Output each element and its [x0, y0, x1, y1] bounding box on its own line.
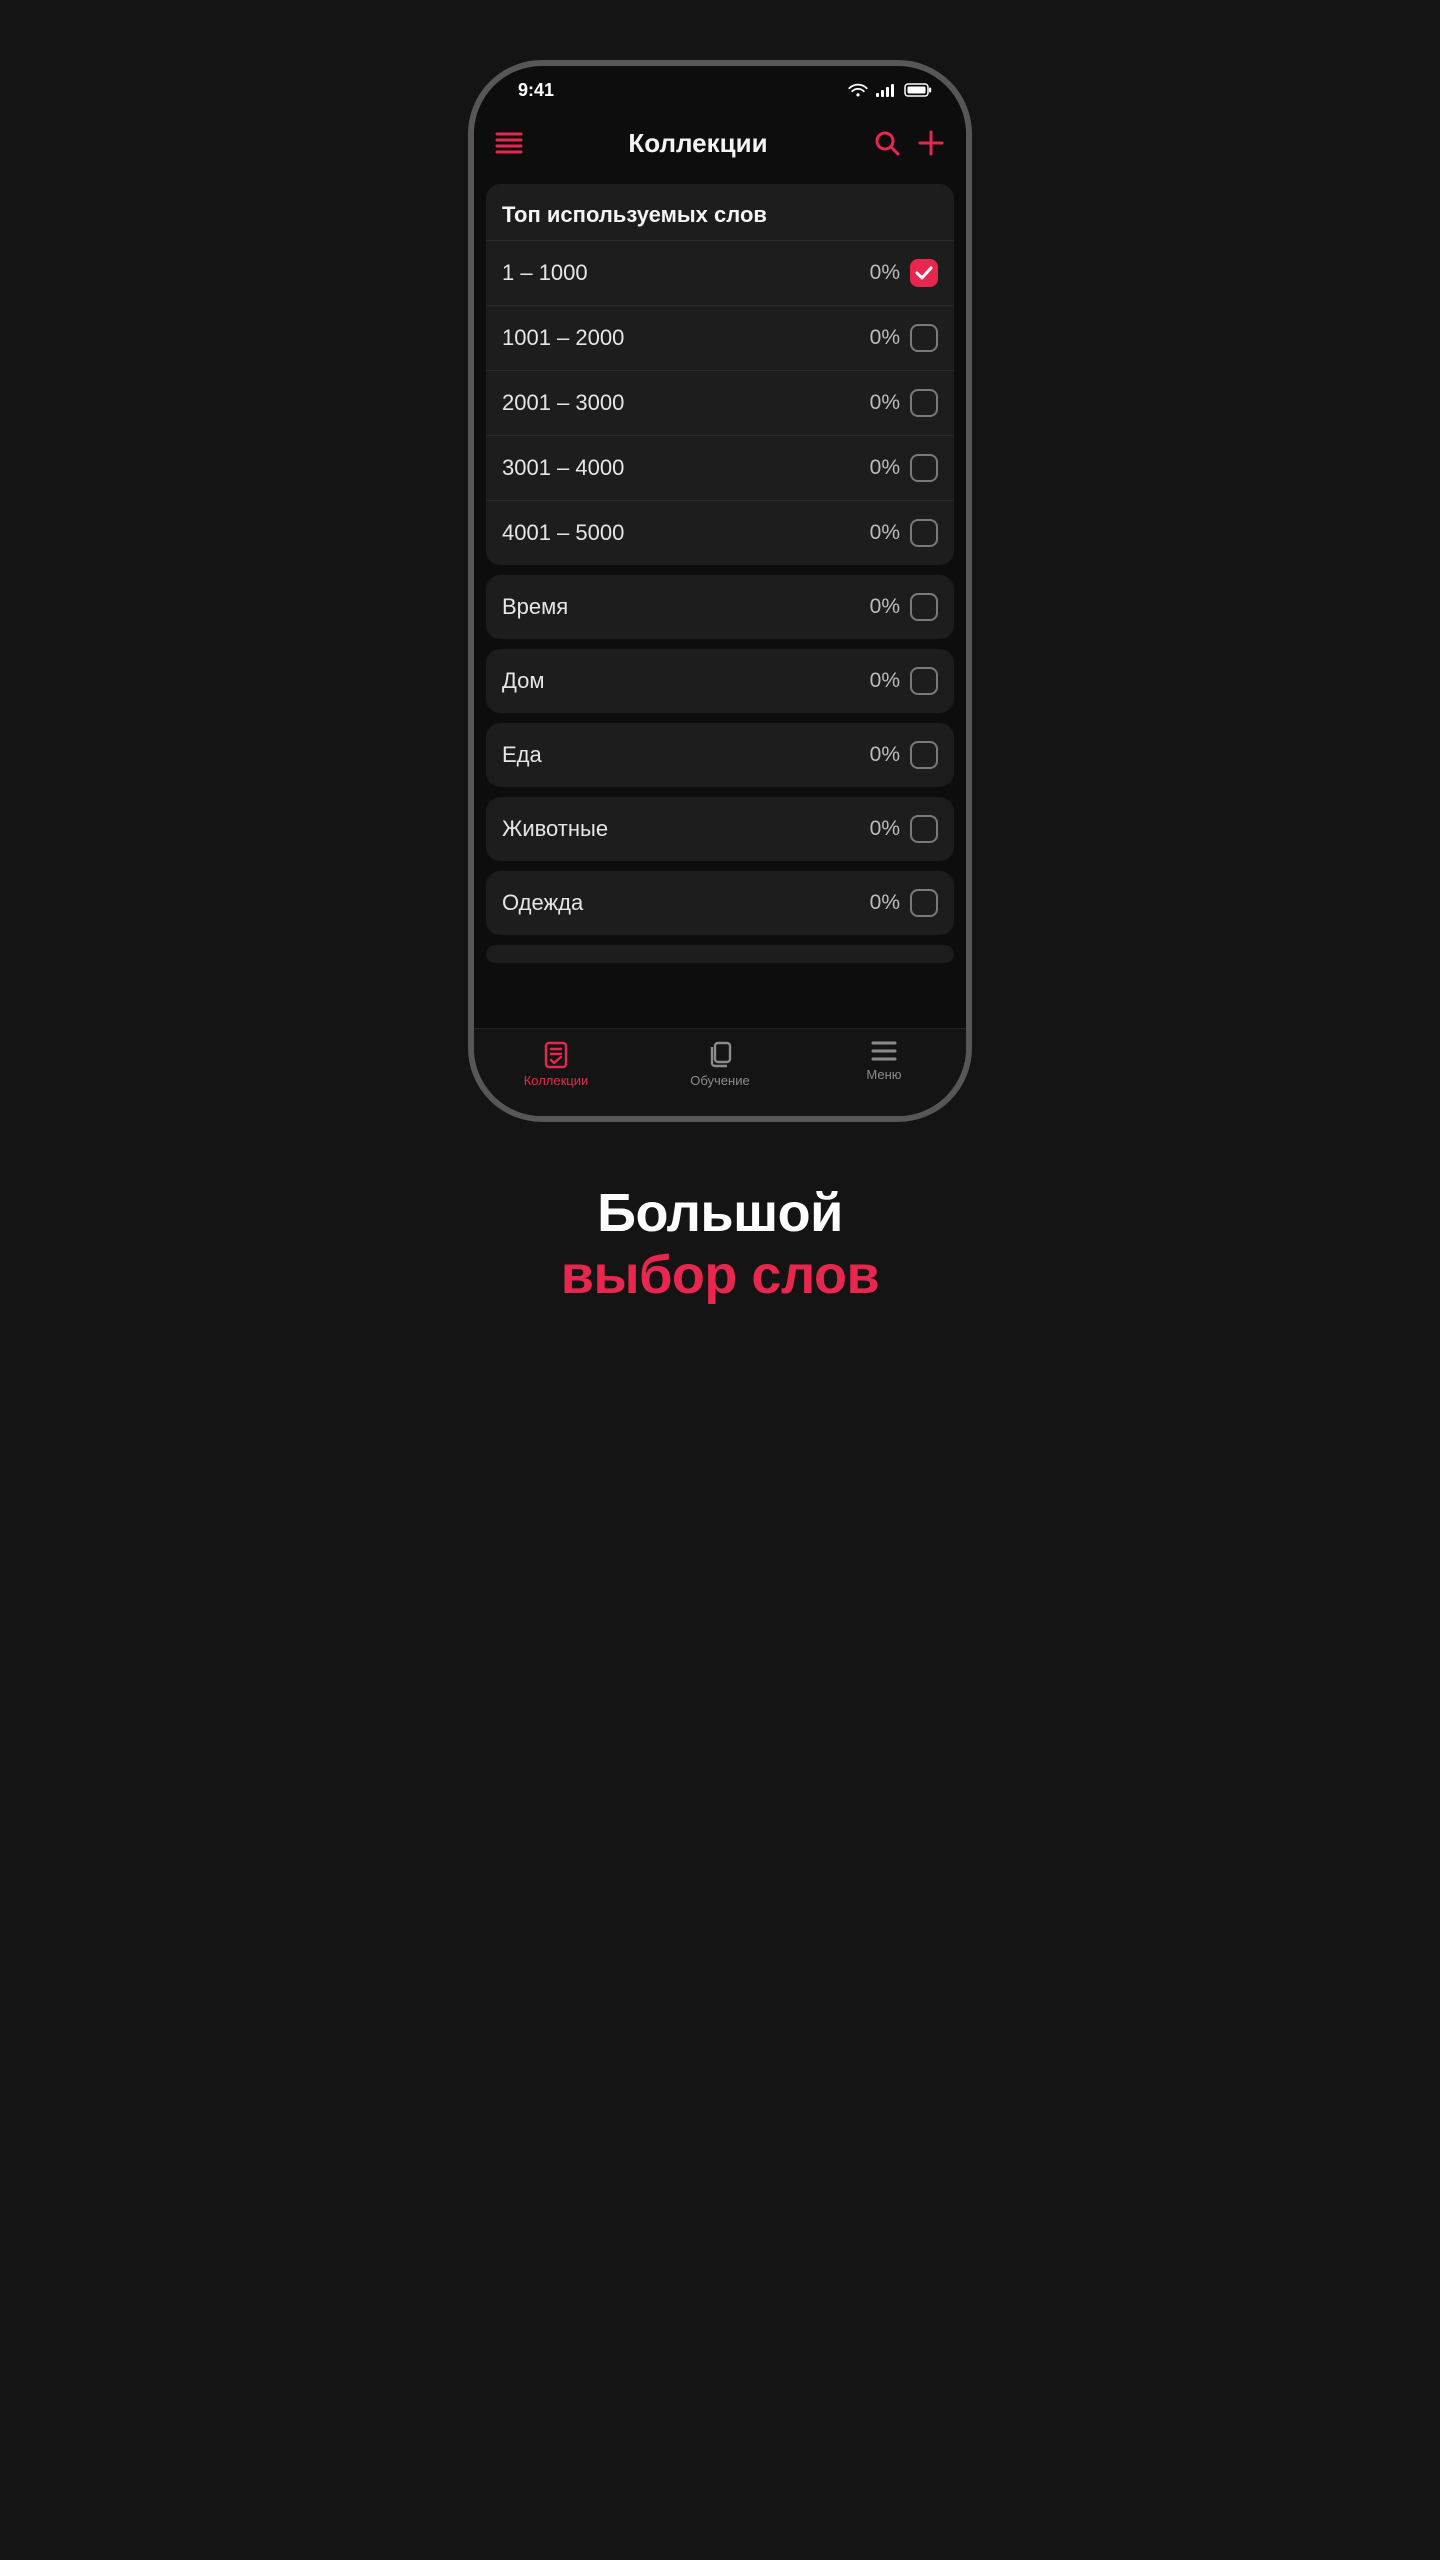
collection-card: Еда 0%: [486, 723, 954, 787]
collection-progress: 0%: [870, 743, 900, 767]
plus-icon[interactable]: [914, 126, 948, 160]
battery-icon: [904, 83, 932, 97]
tab-label: Обучение: [690, 1073, 749, 1088]
checkbox-icon[interactable]: [910, 259, 938, 287]
cards-icon: [705, 1039, 735, 1069]
collection-row[interactable]: 2001 – 3000 0%: [486, 370, 954, 435]
collection-label: Дом: [502, 668, 870, 694]
collection-card: Время 0%: [486, 575, 954, 639]
checkbox-icon[interactable]: [910, 815, 938, 843]
collection-card: Животные 0%: [486, 797, 954, 861]
collection-label: 4001 – 5000: [502, 520, 870, 546]
caption-line1: Большой: [561, 1182, 879, 1244]
collection-progress: 0%: [870, 669, 900, 693]
collection-card: Одежда 0%: [486, 871, 954, 935]
collections-icon: [541, 1039, 571, 1069]
collection-row[interactable]: Одежда 0%: [486, 871, 954, 935]
collection-label: 1 – 1000: [502, 260, 870, 286]
tab-collections[interactable]: Коллекции: [496, 1039, 616, 1088]
wifi-icon: [848, 83, 868, 98]
collection-row[interactable]: 3001 – 4000 0%: [486, 435, 954, 500]
tab-bar: Коллекции Обучение: [474, 1028, 966, 1116]
collection-progress: 0%: [870, 391, 900, 415]
checkbox-icon[interactable]: [910, 889, 938, 917]
cellular-icon: [876, 84, 896, 97]
tab-label: Коллекции: [524, 1073, 589, 1088]
collection-label: Время: [502, 594, 870, 620]
collection-progress: 0%: [870, 456, 900, 480]
collection-row[interactable]: Еда 0%: [486, 723, 954, 787]
status-bar: 9:41: [474, 66, 966, 114]
collections-list: Топ используемых слов 1 – 1000 0% 1001 –…: [474, 172, 966, 1028]
collection-card-partial: [486, 945, 954, 963]
search-icon[interactable]: [870, 126, 904, 160]
collection-label: 2001 – 3000: [502, 390, 870, 416]
phone-frame: 9:41: [468, 60, 972, 1122]
collection-row[interactable]: Дом 0%: [486, 649, 954, 713]
top-words-title: Топ используемых слов: [486, 184, 954, 240]
checkbox-icon[interactable]: [910, 324, 938, 352]
collection-label: Еда: [502, 742, 870, 768]
collection-label: Животные: [502, 816, 870, 842]
collection-row[interactable]: Животные 0%: [486, 797, 954, 861]
collection-row[interactable]: 1 – 1000 0%: [486, 240, 954, 305]
collection-label: 1001 – 2000: [502, 325, 870, 351]
status-time: 9:41: [518, 80, 554, 101]
collection-card: Дом 0%: [486, 649, 954, 713]
phone-screen: 9:41: [474, 66, 966, 1116]
marketing-caption: Большой выбор слов: [561, 1182, 879, 1306]
collection-progress: 0%: [870, 521, 900, 545]
collection-label: Одежда: [502, 890, 870, 916]
checkbox-icon[interactable]: [910, 667, 938, 695]
page-title: Коллекции: [536, 128, 860, 159]
collection-row[interactable]: 4001 – 5000 0%: [486, 500, 954, 565]
status-indicators: [848, 83, 932, 98]
collection-row[interactable]: 1001 – 2000 0%: [486, 305, 954, 370]
collection-progress: 0%: [870, 326, 900, 350]
top-words-card: Топ используемых слов 1 – 1000 0% 1001 –…: [486, 184, 954, 565]
tab-menu[interactable]: Меню: [824, 1039, 944, 1082]
collection-progress: 0%: [870, 817, 900, 841]
menu-icon: [869, 1039, 899, 1063]
collection-label: 3001 – 4000: [502, 455, 870, 481]
caption-line2: выбор слов: [561, 1244, 879, 1306]
checkbox-icon[interactable]: [910, 741, 938, 769]
checkbox-icon[interactable]: [910, 593, 938, 621]
collection-progress: 0%: [870, 595, 900, 619]
collection-progress: 0%: [870, 261, 900, 285]
hamburger-icon[interactable]: [492, 126, 526, 160]
checkbox-icon[interactable]: [910, 454, 938, 482]
checkbox-icon[interactable]: [910, 519, 938, 547]
collection-progress: 0%: [870, 891, 900, 915]
collection-row[interactable]: Время 0%: [486, 575, 954, 639]
tab-learning[interactable]: Обучение: [660, 1039, 780, 1088]
app-header: Коллекции: [474, 114, 966, 172]
checkbox-icon[interactable]: [910, 389, 938, 417]
tab-label: Меню: [866, 1067, 901, 1082]
